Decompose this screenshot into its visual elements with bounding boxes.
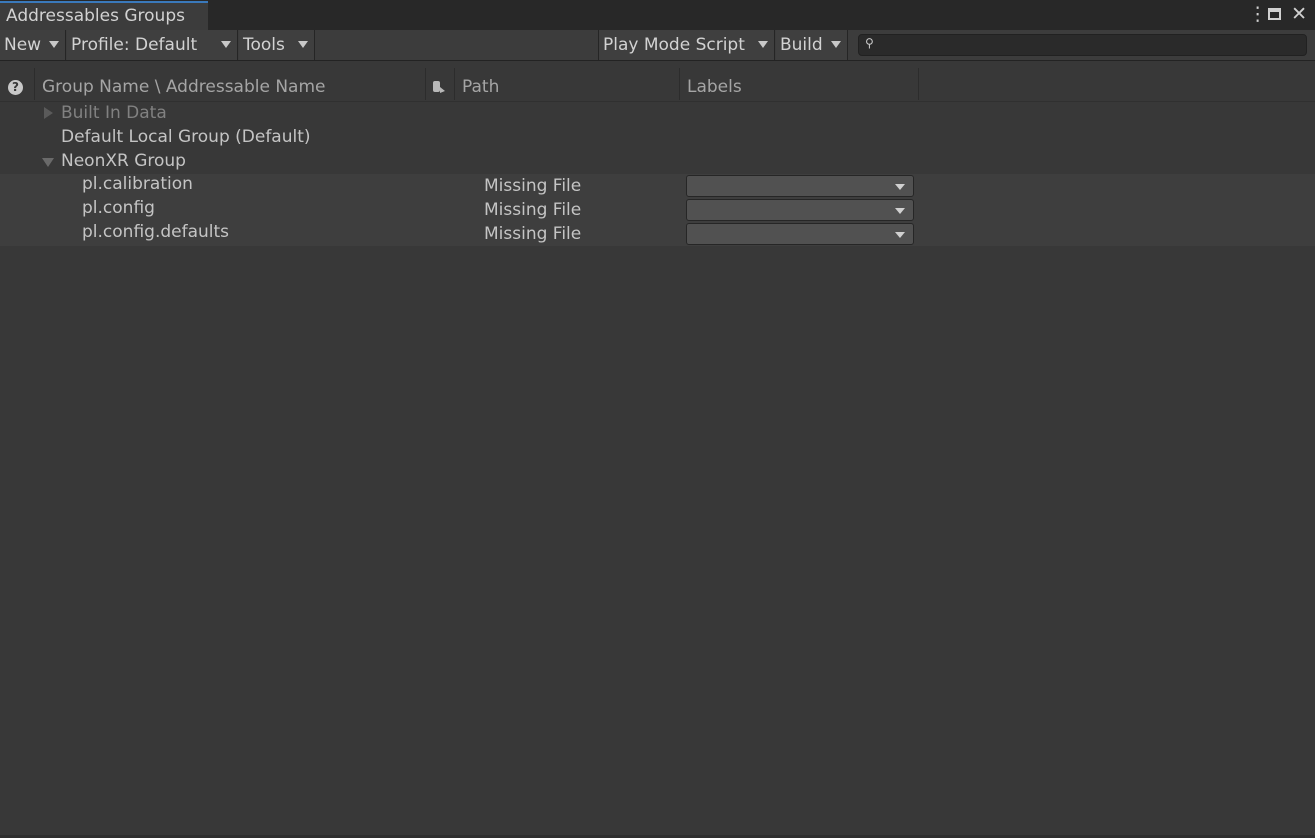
play-mode-label: Play Mode Script	[603, 35, 745, 55]
entry-name: pl.config.defaults	[82, 222, 230, 242]
column-path[interactable]: Path	[462, 74, 499, 100]
caret-down-icon	[895, 208, 905, 214]
entry-name: pl.config	[82, 198, 155, 218]
caret-down-icon	[895, 184, 905, 190]
profile-label: Profile: Default	[71, 35, 198, 55]
entry-path: Missing File	[484, 224, 582, 244]
column-header: ? Group Name \ Addressable Name Path Lab…	[0, 68, 1315, 102]
caret-down-icon	[831, 41, 841, 48]
expand-arrow-icon[interactable]	[44, 107, 53, 119]
group-name: Default Local Group (Default)	[61, 127, 311, 147]
search-input[interactable]: ⚲	[858, 34, 1307, 56]
column-divider[interactable]	[918, 68, 919, 100]
tools-label: Tools	[243, 35, 285, 55]
collapse-arrow-icon[interactable]	[42, 158, 54, 167]
window-controls: ⋮ ✕	[1248, 3, 1307, 25]
caret-down-icon	[298, 41, 308, 48]
table-row[interactable]: pl.calibration Missing File	[0, 174, 1315, 198]
column-divider[interactable]	[679, 68, 680, 100]
column-divider[interactable]	[425, 68, 426, 100]
labels-dropdown[interactable]	[686, 199, 914, 221]
new-label: New	[4, 35, 42, 55]
labels-dropdown[interactable]	[686, 223, 914, 245]
table-row[interactable]: pl.config.defaults Missing File	[0, 222, 1315, 246]
build-label: Build	[780, 35, 823, 55]
build-dropdown[interactable]: Build	[776, 30, 848, 60]
column-group-name[interactable]: Group Name \ Addressable Name	[42, 74, 326, 100]
search-icon: ⚲	[865, 36, 874, 50]
help-icon[interactable]: ?	[8, 80, 23, 95]
caret-down-icon	[49, 41, 59, 48]
tree-row-neonxr-group[interactable]: NeonXR Group	[0, 149, 1315, 173]
table-row[interactable]: pl.config Missing File	[0, 198, 1315, 222]
entry-path: Missing File	[484, 176, 582, 196]
column-divider[interactable]	[34, 68, 35, 100]
caret-down-icon	[758, 41, 768, 48]
window-tab[interactable]: Addressables Groups	[0, 1, 208, 30]
group-name: Built In Data	[61, 103, 167, 123]
tree-row-default-local-group[interactable]: Default Local Group (Default)	[0, 125, 1315, 149]
group-name: NeonXR Group	[61, 151, 186, 171]
caret-down-icon	[221, 41, 231, 48]
caret-down-icon	[895, 232, 905, 238]
tools-dropdown[interactable]: Tools	[239, 30, 315, 60]
entry-path: Missing File	[484, 200, 582, 220]
window-titlebar: Addressables Groups ⋮ ✕	[0, 0, 1315, 30]
labels-dropdown[interactable]	[686, 175, 914, 197]
kebab-menu-icon[interactable]: ⋮	[1248, 3, 1267, 25]
asset-type-icon[interactable]	[432, 77, 446, 103]
profile-dropdown[interactable]: Profile: Default	[67, 30, 238, 60]
entry-name: pl.calibration	[82, 174, 193, 194]
close-icon[interactable]: ✕	[1291, 3, 1307, 25]
tree-row-built-in-data[interactable]: Built In Data	[0, 101, 1315, 125]
maximize-icon[interactable]	[1268, 8, 1282, 20]
play-mode-script-dropdown[interactable]: Play Mode Script	[598, 30, 775, 60]
column-labels[interactable]: Labels	[687, 74, 742, 100]
new-dropdown[interactable]: New	[0, 30, 66, 60]
column-divider[interactable]	[454, 68, 455, 100]
